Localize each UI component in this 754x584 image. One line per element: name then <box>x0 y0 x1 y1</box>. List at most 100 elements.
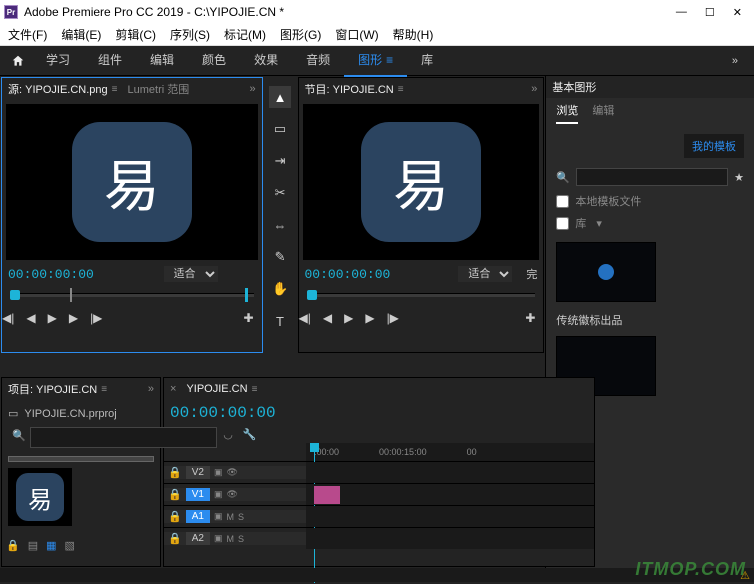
program-scrubber[interactable] <box>307 286 536 304</box>
mute-button[interactable]: M <box>226 512 234 522</box>
menu-item[interactable]: 序列(S) <box>170 26 210 43</box>
program-zoom2[interactable]: 完 <box>526 266 537 282</box>
track-toggle[interactable]: ▣ <box>214 511 223 522</box>
hand-tool[interactable]: ✋ <box>269 278 291 300</box>
menu-item[interactable]: 帮助(H) <box>393 26 434 43</box>
local-templates-checkbox[interactable] <box>556 195 569 208</box>
menu-item[interactable]: 图形(G) <box>280 26 321 43</box>
workspace-more-button[interactable]: » <box>720 55 750 67</box>
freeform-view-button[interactable]: ▧ <box>65 539 75 552</box>
program-monitor[interactable]: 易 <box>299 100 544 264</box>
mark-out-button[interactable]: |▶ <box>90 311 102 325</box>
lock-icon[interactable]: 🔒 <box>6 539 20 552</box>
chevron-down-icon[interactable]: ▾ <box>596 217 602 230</box>
menu-item[interactable]: 剪辑(C) <box>115 26 156 43</box>
type-tool[interactable]: T <box>269 310 291 332</box>
eye-icon[interactable]: 👁 <box>226 489 237 500</box>
razor-tool[interactable]: ✂ <box>269 182 291 204</box>
menu-item[interactable]: 标记(M) <box>224 26 266 43</box>
solo-button[interactable]: S <box>238 534 244 544</box>
program-timecode[interactable]: 00:00:00:00 <box>305 267 391 282</box>
workspace-tab[interactable]: 编辑 <box>136 45 188 77</box>
home-button[interactable] <box>4 47 32 75</box>
source-timecode[interactable]: 00:00:00:00 <box>8 267 94 282</box>
favorite-icon[interactable]: ★ <box>734 171 744 184</box>
step-back-button[interactable]: ◀ <box>323 311 332 325</box>
source-zoom-select[interactable]: 适合 <box>164 266 218 282</box>
step-back-button[interactable]: ◀ <box>26 311 35 325</box>
timeline-close[interactable]: × <box>170 383 176 395</box>
list-view-button[interactable]: ▤ <box>28 539 38 552</box>
project-filter-bar[interactable] <box>8 456 154 462</box>
track-name[interactable]: A2 <box>186 532 210 545</box>
bin-item[interactable]: 易 <box>8 468 72 526</box>
eye-icon[interactable]: 👁 <box>226 467 237 478</box>
template-thumb[interactable] <box>556 242 656 302</box>
track-toggle[interactable]: ▣ <box>214 489 223 500</box>
add-button[interactable]: ✚ <box>244 311 262 325</box>
workspace-tab[interactable]: 库 <box>407 45 447 77</box>
wrench-icon[interactable]: 🔧 <box>243 428 257 441</box>
project-tab[interactable]: 项目: YIPOJIE.CN≡ <box>8 381 107 397</box>
lumetri-tab[interactable]: Lumetri 范围 <box>128 81 190 97</box>
selection-tool[interactable]: ▲ <box>269 86 291 108</box>
track-select-tool[interactable]: ▭ <box>269 118 291 140</box>
library-checkbox[interactable] <box>556 217 569 230</box>
menu-item[interactable]: 文件(F) <box>8 26 47 43</box>
workspace-tab[interactable]: 音频 <box>292 45 344 77</box>
workspace-tab[interactable]: 组件 <box>84 45 136 77</box>
track-lane[interactable] <box>306 484 594 505</box>
menu-item[interactable]: 编辑(E) <box>61 26 101 43</box>
browse-tab[interactable]: 浏览 <box>556 102 578 124</box>
workspace-tab[interactable]: 效果 <box>240 45 292 77</box>
graphics-search-input[interactable] <box>576 168 728 186</box>
step-fwd-button[interactable]: ▶ <box>69 311 78 325</box>
track-lane[interactable] <box>306 462 594 483</box>
timeline-timecode[interactable]: 00:00:00:00 <box>170 404 276 422</box>
maximize-button[interactable]: ☐ <box>705 6 715 19</box>
timeline-tab[interactable]: YIPOJIE.CN≡ <box>186 383 257 395</box>
settings-button[interactable]: ◡ <box>223 428 233 441</box>
track-name[interactable]: A1 <box>186 510 210 523</box>
add-button[interactable]: ✚ <box>525 311 543 325</box>
project-file-row[interactable]: ▭YIPOJIE.CN.prproj <box>8 404 154 423</box>
source-tab[interactable]: 源: YIPOJIE.CN.png≡ <box>8 81 118 97</box>
edit-tab[interactable]: 编辑 <box>592 102 614 124</box>
track-name[interactable]: V1 <box>186 488 210 501</box>
my-templates-button[interactable]: 我的模板 <box>684 134 744 158</box>
play-button[interactable]: ▶ <box>344 311 353 325</box>
close-button[interactable]: ✕ <box>733 6 742 19</box>
menu-item[interactable]: 窗口(W) <box>335 26 378 43</box>
lock-icon[interactable]: 🔒 <box>168 488 182 501</box>
mute-button[interactable]: M <box>226 534 234 544</box>
clip[interactable] <box>314 486 340 504</box>
lock-icon[interactable]: 🔒 <box>168 532 182 545</box>
workspace-tab[interactable]: 颜色 <box>188 45 240 77</box>
timeline-ruler[interactable]: :00:00 00:00:15:00 00 <box>306 443 594 461</box>
solo-button[interactable]: S <box>238 512 244 522</box>
track-name[interactable]: V2 <box>186 466 210 479</box>
mark-out-button[interactable]: |▶ <box>387 311 399 325</box>
source-scrubber[interactable] <box>10 286 254 304</box>
pen-tool[interactable]: ✎ <box>269 246 291 268</box>
workspace-tab[interactable]: 学习 <box>32 45 84 77</box>
track-lane[interactable] <box>306 528 594 549</box>
source-monitor[interactable]: 易 <box>2 100 262 264</box>
play-button[interactable]: ▶ <box>48 311 57 325</box>
mark-in-button[interactable]: ◀| <box>299 311 311 325</box>
lock-icon[interactable]: 🔒 <box>168 510 182 523</box>
lock-icon[interactable]: 🔒 <box>168 466 182 479</box>
icon-view-button[interactable]: ▦ <box>46 539 56 552</box>
program-zoom-select[interactable]: 适合 <box>458 266 512 282</box>
track-toggle[interactable]: ▣ <box>214 467 223 478</box>
mark-in-button[interactable]: ◀| <box>2 311 14 325</box>
graphics-panel-title[interactable]: 基本图形 <box>552 79 596 95</box>
minimize-button[interactable]: — <box>676 6 687 19</box>
panel-expand-button[interactable]: » <box>531 83 537 95</box>
workspace-tab[interactable]: 图形≡ <box>344 45 407 77</box>
panel-expand-button[interactable]: » <box>249 83 255 95</box>
slip-tool[interactable]: ⇔ <box>269 214 291 236</box>
track-toggle[interactable]: ▣ <box>214 533 223 544</box>
step-fwd-button[interactable]: ▶ <box>365 311 374 325</box>
ripple-edit-tool[interactable]: ⇥ <box>269 150 291 172</box>
